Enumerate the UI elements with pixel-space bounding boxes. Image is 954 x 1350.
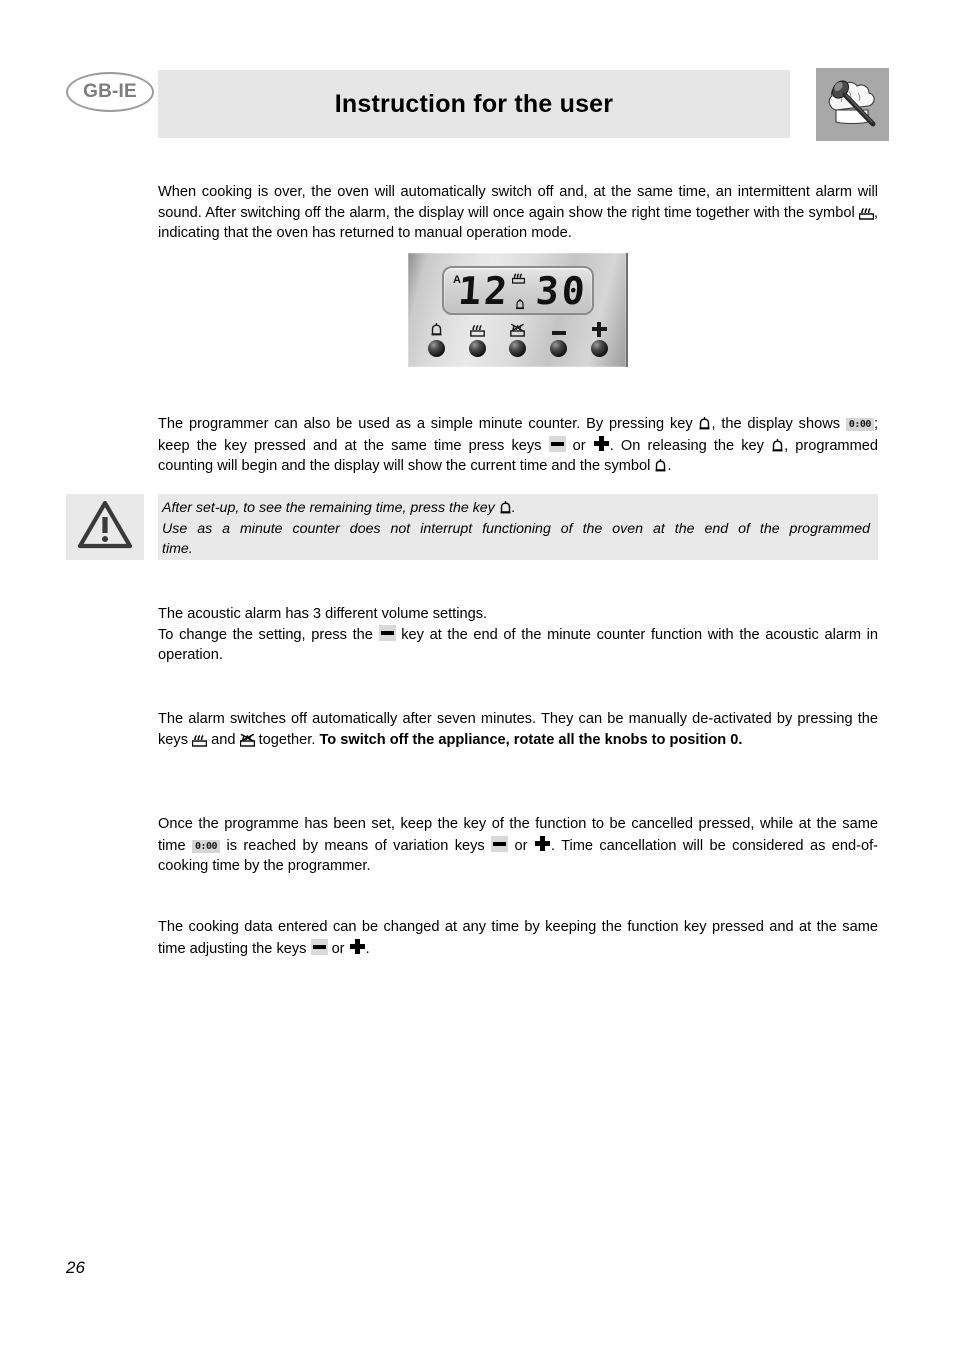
minute-counter-key[interactable] — [418, 321, 454, 357]
paragraph-text: The cooking data entered can be changed … — [158, 919, 878, 957]
key-dot[interactable] — [550, 340, 568, 357]
acoustic-alarm-line-2: To change the setting, press the key at … — [158, 624, 878, 666]
bell-icon — [771, 438, 784, 453]
warning-line-2: Use as a minute counter does not interru… — [162, 520, 870, 537]
panel-button-row — [408, 321, 628, 365]
paragraph-alarm-switch-off: The alarm switches off automatically aft… — [158, 709, 878, 750]
warning-triangle-icon — [77, 500, 133, 555]
paragraph-text-cont: , the display shows — [711, 416, 846, 432]
paragraph-acoustic-alarm: The acoustic alarm has 3 different volum… — [158, 604, 878, 666]
plus-icon — [349, 938, 366, 955]
lcd-display: A 12 30 — [442, 266, 594, 315]
oven-heat-icon — [858, 205, 874, 220]
lcd-zero-time-graphic: 0:00 — [191, 839, 221, 853]
decrease-key[interactable] — [541, 321, 577, 357]
key-dot[interactable] — [427, 340, 445, 357]
bell-icon — [698, 416, 711, 431]
warning-icon-container — [66, 494, 144, 560]
paragraph-text-cont: is reached by means of variation keys — [220, 837, 492, 854]
oven-programmer-panel: A 12 30 — [408, 253, 628, 367]
language-badge: GB-IE — [66, 72, 154, 112]
minus-icon — [491, 835, 509, 852]
paragraph-text-cont: or — [327, 940, 349, 957]
key-dot[interactable] — [509, 340, 527, 357]
paragraph-minute-counter: The programmer can also be used as a sim… — [158, 414, 878, 477]
paragraph-text: To change the setting, press the — [158, 626, 379, 643]
minus-icon — [378, 624, 396, 641]
minus-icon — [548, 435, 566, 452]
bell-icon — [654, 458, 667, 473]
key-dot[interactable] — [468, 340, 486, 357]
paragraph-text: When cooking is over, the oven will auto… — [158, 184, 878, 221]
warning-text: After set-up, to see the remaining time,… — [162, 500, 499, 516]
warning-line-1: After set-up, to see the remaining time,… — [162, 498, 870, 519]
paragraph-bold-instruction: To switch off the appliance, rotate all … — [319, 731, 743, 748]
increase-key[interactable] — [582, 321, 618, 357]
minus-icon — [551, 321, 566, 338]
page-title: Instruction for the user — [334, 89, 614, 118]
paragraph-text-cont3: or — [565, 437, 593, 454]
cooking-duration-key[interactable] — [459, 321, 495, 357]
paragraph-text-cont2: or — [508, 837, 534, 854]
paragraph-change-cooking-data: The cooking data entered can be changed … — [158, 917, 878, 959]
plus-icon — [592, 321, 608, 338]
paragraph-text-cont2: together. — [254, 731, 320, 748]
oven-heat-icon — [469, 321, 485, 338]
bell-icon — [430, 321, 443, 338]
paragraph-text-cont6: . — [667, 458, 672, 474]
page-header: GB-IE Instruction for the user — [0, 0, 954, 160]
acoustic-alarm-line-1: The acoustic alarm has 3 different volum… — [158, 606, 488, 622]
warning-note: After set-up, to see the remaining time,… — [66, 494, 878, 560]
lcd-zero-time-graphic: 0:00 — [845, 418, 874, 431]
paragraph-cancel-programme: Once the programme has been set, keep th… — [158, 814, 878, 877]
minus-icon — [310, 938, 328, 955]
oven-heat-icon — [192, 732, 208, 747]
plus-icon — [593, 435, 610, 452]
paragraph-text: The programmer can also be used as a sim… — [158, 416, 699, 432]
paragraph-text-cont: and — [207, 731, 240, 748]
key-dot[interactable] — [591, 340, 609, 357]
page-number: 26 — [66, 1258, 85, 1277]
chef-hat-spoon-icon — [816, 68, 889, 141]
paragraph-text-cont4: . On releasing the key — [609, 437, 772, 454]
paragraph-text-cont2: . — [365, 940, 370, 957]
lcd-time-value: 12 30 — [456, 268, 590, 313]
warning-text-cont: . — [511, 500, 516, 516]
end-of-cooking-icon — [239, 732, 255, 747]
paragraph-cooking-over: When cooking is over, the oven will auto… — [158, 182, 878, 244]
warning-line-3: time. — [162, 541, 193, 557]
end-of-cooking-key[interactable] — [500, 321, 536, 357]
bell-icon — [499, 500, 512, 515]
end-of-cooking-icon — [510, 321, 526, 338]
warning-text-container: After set-up, to see the remaining time,… — [158, 494, 878, 560]
language-badge-label: GB-IE — [83, 81, 137, 102]
header-title-bar: Instruction for the user — [158, 70, 790, 138]
plus-icon — [534, 835, 551, 852]
